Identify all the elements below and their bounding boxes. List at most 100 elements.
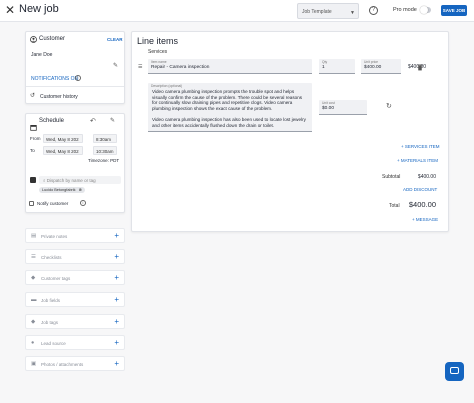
- add-icon[interactable]: +: [114, 359, 119, 369]
- section-checklists[interactable]: ☰ Checklists +: [25, 249, 125, 264]
- customer-name[interactable]: Jane Doe: [31, 52, 52, 58]
- subtotal-label: Subtotal: [382, 174, 401, 180]
- unit-cost-value: $0.00: [322, 106, 335, 111]
- job-template-value: Job Template: [302, 9, 332, 15]
- section-customer-tags[interactable]: ◆ Customer tags +: [25, 270, 125, 285]
- to-time-input[interactable]: 10:30am: [93, 146, 117, 155]
- edit-schedule-icon[interactable]: ✎: [110, 117, 115, 124]
- section-job-tags[interactable]: ◆ Job tags +: [25, 314, 125, 329]
- unit-price-field[interactable]: Unit price $400.00: [361, 59, 401, 74]
- page-title: New job: [19, 3, 59, 15]
- job-template-select[interactable]: Job Template ▼: [297, 3, 359, 19]
- description-field[interactable]: Description (optional) Video camera plum…: [148, 83, 312, 132]
- schedule-card: Schedule ↶ ✎ From Wed, May 8 202 8:30am …: [25, 113, 125, 213]
- chat-button[interactable]: [445, 362, 464, 381]
- add-discount-button[interactable]: ADD DISCOUNT: [403, 187, 437, 192]
- add-services-item-button[interactable]: + SERVICES ITEM: [401, 144, 440, 149]
- notify-customer-checkbox[interactable]: [29, 201, 34, 206]
- section-job-fields[interactable]: ▬ Job fields +: [25, 292, 125, 307]
- pro-mode-toggle[interactable]: [420, 6, 431, 14]
- subtotal-value: $400.00: [417, 174, 436, 180]
- trash-icon[interactable]: [417, 64, 423, 73]
- notifications-status[interactable]: NOTIFICATIONS ON: [31, 76, 78, 82]
- section-label: Job tags: [41, 320, 59, 325]
- add-icon[interactable]: +: [114, 252, 119, 262]
- to-label: To: [30, 148, 35, 153]
- qty-field[interactable]: Qty 1: [319, 59, 355, 74]
- unit-price-value: $400.00: [364, 65, 382, 70]
- chevron-down-icon: ▼: [350, 10, 355, 16]
- dispatch-icon: [30, 177, 36, 183]
- qty-label: Qty: [322, 60, 328, 64]
- dispatch-placeholder: Dispatch by name or tag: [46, 178, 96, 183]
- timezone-label: Timezone: PDT: [88, 158, 120, 163]
- person-icon: ●: [31, 340, 35, 346]
- assignee-chip-label: Lucido Betongfabrik: [42, 188, 76, 192]
- help-icon[interactable]: ?: [369, 6, 378, 15]
- section-label: Lead source: [41, 341, 66, 346]
- customer-title: Customer: [39, 36, 66, 42]
- pro-mode-label: Pro mode: [393, 7, 417, 13]
- chat-bubble-icon: [450, 367, 459, 374]
- add-icon[interactable]: +: [114, 231, 119, 241]
- undo-icon[interactable]: ↶: [90, 117, 96, 125]
- close-icon[interactable]: ✕: [5, 3, 15, 17]
- item-name-label: Item name: [151, 60, 167, 64]
- section-photos-attachments[interactable]: ▣ Photos / attachments +: [25, 356, 125, 371]
- notify-info-icon[interactable]: i: [80, 200, 86, 206]
- services-label: Services: [148, 49, 168, 55]
- schedule-title: Schedule: [39, 118, 65, 124]
- remove-chip-icon[interactable]: ⊗: [79, 188, 82, 192]
- description-label: Description (optional): [151, 84, 183, 88]
- assignee-chip[interactable]: Lucido Betongfabrik ⊗: [39, 187, 85, 193]
- info-icon[interactable]: i: [75, 75, 81, 81]
- add-materials-item-button[interactable]: + MATERIALS ITEM: [397, 158, 438, 163]
- dispatch-input[interactable]: ⌕ Dispatch by name or tag: [39, 176, 121, 184]
- tag-icon: ◆: [31, 275, 36, 281]
- add-icon[interactable]: +: [114, 295, 119, 305]
- photo-icon: ▣: [31, 361, 37, 367]
- to-date-input[interactable]: Wed, May 8 202: [43, 146, 83, 155]
- customer-history-link[interactable]: Customer history: [40, 94, 78, 100]
- checklist-icon: ☰: [31, 254, 36, 260]
- description-value: Video camera plumbing inspection prompts…: [152, 89, 306, 128]
- note-icon: ▤: [31, 233, 37, 239]
- from-time-input[interactable]: 8:30am: [93, 134, 117, 143]
- item-name-field[interactable]: Item name Repair - Camera inspection: [148, 59, 312, 74]
- unit-cost-label: Unit cost: [322, 101, 335, 105]
- section-label: Checklists: [41, 255, 62, 260]
- refresh-icon[interactable]: ↻: [386, 102, 392, 110]
- add-icon[interactable]: +: [114, 273, 119, 283]
- divider: [26, 86, 124, 87]
- from-label: From: [30, 136, 41, 141]
- section-label: Private notes: [41, 234, 68, 239]
- add-icon[interactable]: +: [114, 317, 119, 327]
- total-value: $400.00: [408, 200, 436, 209]
- section-private-notes[interactable]: ▤ Private notes +: [25, 228, 125, 243]
- customer-card: Customer CLEAR Jane Doe ✎ NOTIFICATIONS …: [25, 31, 125, 104]
- search-icon: ⌕: [43, 178, 46, 183]
- section-label: Customer tags: [41, 276, 71, 281]
- toggle-knob: [420, 6, 428, 14]
- add-icon[interactable]: +: [114, 338, 119, 348]
- line-items-title: Line items: [137, 36, 179, 46]
- drag-handle-icon[interactable]: ☰: [138, 64, 142, 70]
- clear-button[interactable]: CLEAR: [107, 37, 123, 42]
- tag-icon: ◆: [31, 319, 36, 325]
- section-label: Job fields: [41, 298, 61, 303]
- save-job-button[interactable]: SAVE JOB: [441, 5, 467, 16]
- section-lead-source[interactable]: ● Lead source +: [25, 335, 125, 350]
- add-message-button[interactable]: + MESSAGE: [412, 217, 438, 222]
- unit-cost-field[interactable]: Unit cost $0.00: [319, 100, 367, 115]
- item-name-value: Repair - Camera inspection: [151, 65, 210, 70]
- customer-icon: [30, 36, 37, 45]
- history-icon: ↺: [30, 93, 36, 99]
- folder-icon: ▬: [31, 297, 37, 303]
- section-label: Photos / attachments: [41, 362, 84, 367]
- notify-customer-label: Notify customer: [37, 201, 69, 206]
- unit-price-label: Unit price: [364, 60, 378, 64]
- from-date-input[interactable]: Wed, May 8 202: [43, 134, 83, 143]
- qty-value: 1: [322, 65, 325, 70]
- calendar-icon: [30, 118, 37, 136]
- edit-icon[interactable]: ✎: [113, 62, 118, 69]
